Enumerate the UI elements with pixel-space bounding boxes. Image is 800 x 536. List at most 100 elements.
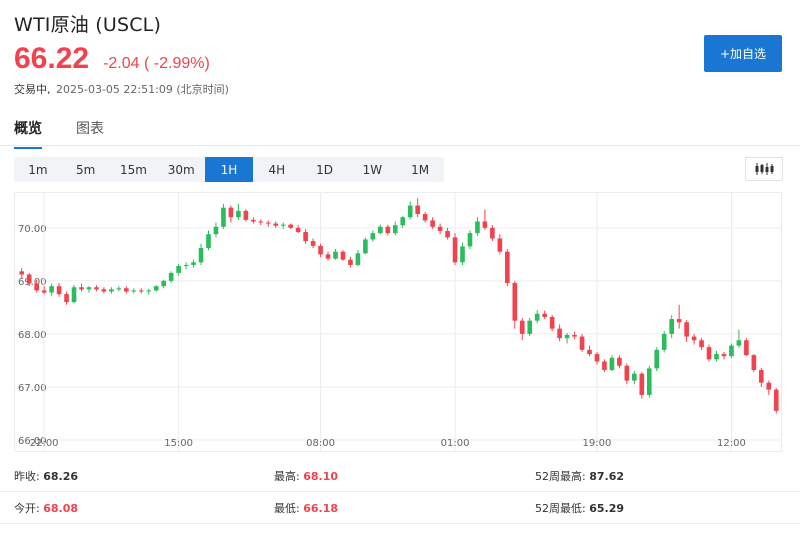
x-tick-label: 19:00 <box>583 438 612 449</box>
candle-body <box>759 369 764 383</box>
candle-body <box>542 313 547 317</box>
week52-low-stat: 52周最低: 65.29 <box>535 500 624 516</box>
candle-body <box>714 354 719 360</box>
candle-body <box>729 345 734 357</box>
x-tick-label: 01:00 <box>441 438 470 449</box>
candle-body <box>56 286 62 295</box>
x-tick-label: 12:00 <box>717 438 746 449</box>
candle-body <box>736 340 742 346</box>
price-change: -2.04 ( -2.99%) <box>103 55 210 72</box>
candle-body <box>512 282 518 321</box>
candle-body <box>766 382 772 390</box>
candle-body <box>534 313 540 321</box>
high-stat: 最高: 68.10 <box>274 468 338 484</box>
candle-body <box>669 319 674 334</box>
timeframe-15m[interactable]: 15m <box>110 157 158 182</box>
candle-body <box>392 225 398 234</box>
low-value: 66.18 <box>303 502 339 515</box>
candle-body <box>639 373 645 395</box>
high-label: 最高: <box>274 470 300 483</box>
candle-body <box>288 224 293 228</box>
candle-body <box>363 239 368 254</box>
instrument-title: WTI原油 (USCL) <box>14 14 162 36</box>
candle-body <box>452 237 458 263</box>
prev-close-value: 68.26 <box>43 470 79 483</box>
timeframe-1w[interactable]: 1W <box>348 157 396 182</box>
open-label: 今开: <box>14 502 40 515</box>
timeframe-1mo[interactable]: 1M <box>396 157 444 182</box>
price-chart[interactable]: 70.00 69.00 68.00 67.00 66.00 22:00 15:00 08:00… <box>14 192 782 452</box>
candle-body <box>325 254 331 259</box>
timeframe-1m[interactable]: 1m <box>14 157 62 182</box>
candle-body <box>467 233 473 247</box>
candle-body <box>422 214 428 221</box>
candle-body <box>407 205 413 218</box>
low-label: 最低: <box>274 502 300 515</box>
candle-body <box>198 247 204 263</box>
candle-body <box>303 232 308 242</box>
candle-body <box>773 389 779 411</box>
candle-body <box>228 207 234 218</box>
candle-body <box>617 357 622 366</box>
status-label: 交易中, <box>14 83 51 96</box>
candle-body <box>751 355 757 370</box>
candle-body <box>251 219 256 222</box>
candle-body <box>280 224 286 226</box>
open-value: 68.08 <box>43 502 79 515</box>
candle-body <box>183 264 189 267</box>
week52-low-label: 52周最低: <box>535 502 586 515</box>
candle-body <box>661 333 667 350</box>
candle-body <box>572 334 577 337</box>
candle-body <box>109 289 114 292</box>
candle-body <box>706 347 712 360</box>
chart-frame <box>14 192 782 452</box>
y-tick-label: 68.00 <box>18 330 47 341</box>
candle-body <box>41 290 47 293</box>
high-value: 68.10 <box>303 470 339 483</box>
trading-status: 交易中, 2025-03-05 22:51:09 (北京时间) <box>14 81 229 97</box>
timeframe-1h[interactable]: 1H <box>205 157 253 182</box>
candle-body <box>632 373 637 381</box>
candle-body <box>430 220 435 227</box>
candle-body <box>385 226 391 234</box>
candle-body <box>699 340 704 348</box>
timeframe-30m[interactable]: 30m <box>157 157 205 182</box>
candle-body <box>94 287 99 290</box>
timestamp: 2025-03-05 22:51:09 (北京时间) <box>56 83 229 96</box>
candle-body <box>138 290 144 292</box>
candle-body <box>221 207 226 227</box>
candle-body <box>176 266 181 273</box>
candle-body <box>744 340 749 356</box>
candlestick-chart: 70.0069.0068.0067.0066.0022:00 15:00 08:00… <box>14 192 782 452</box>
candle-body <box>19 271 25 275</box>
candle-body <box>310 241 316 246</box>
candle-body <box>676 319 682 323</box>
candle-body <box>191 262 196 265</box>
timeframe-4h[interactable]: 4H <box>253 157 301 182</box>
last-price: 66.22 <box>14 42 90 75</box>
low-stat: 最低: 66.18 <box>274 500 338 516</box>
timeframe-5m[interactable]: 5m <box>62 157 110 182</box>
candlestick-toggle-button[interactable] <box>745 157 783 181</box>
candle-body <box>243 210 249 220</box>
candle-body <box>86 287 92 290</box>
tab-divider <box>0 145 800 146</box>
y-tick-label: 70.00 <box>18 224 47 235</box>
candle-body <box>475 221 480 234</box>
candle-body <box>579 336 585 350</box>
candle-body <box>71 287 77 303</box>
candle-body <box>273 223 279 226</box>
candle-body <box>116 288 122 290</box>
candle-body <box>400 217 406 226</box>
candle-body <box>318 245 323 255</box>
candle-body <box>79 287 84 290</box>
candle-body <box>691 336 697 341</box>
candle-body <box>26 274 32 284</box>
candle-body <box>497 238 503 252</box>
stats-row-1: 昨收: 68.26 最高: 68.10 52周最高: 87.62 <box>0 460 800 492</box>
candle-body <box>646 368 652 395</box>
x-tick-label: 22:00 <box>30 438 59 449</box>
add-to-watchlist-button[interactable]: +加自选 <box>704 35 782 72</box>
timeframe-1d[interactable]: 1D <box>301 157 349 182</box>
x-tick-label: 15:00 <box>164 438 193 449</box>
